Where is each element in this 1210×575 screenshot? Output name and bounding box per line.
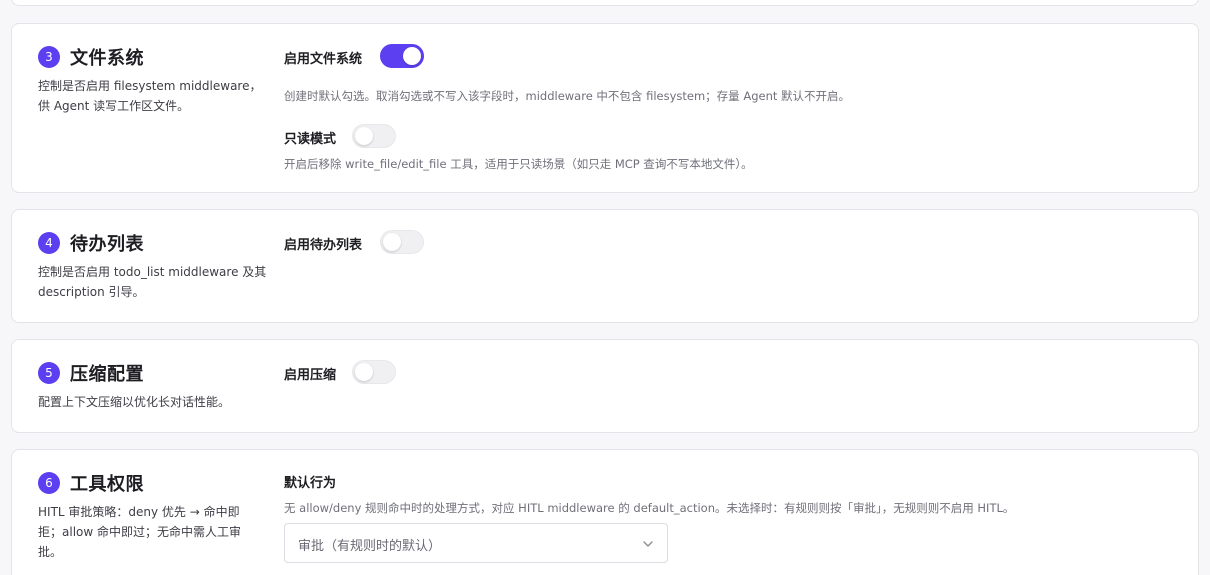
- enable-todo-list-toggle[interactable]: [380, 230, 424, 254]
- select-value: 审批（有规则时的默认）: [298, 539, 442, 554]
- section-compression: 5 压缩配置 配置上下文压缩以优化长对话性能。 启用压缩: [11, 339, 1199, 433]
- default-behavior-help: 无 allow/deny 规则命中时的处理方式，对应 HITL middlewa…: [284, 501, 1015, 515]
- section-description: 配置上下文压缩以优化长对话性能。: [38, 395, 231, 409]
- section-title: 工具权限: [70, 474, 144, 495]
- section-title: 文件系统: [70, 48, 144, 69]
- default-behavior-label: 默认行为: [284, 476, 337, 491]
- section-number-badge: 5: [38, 362, 60, 384]
- section-title: 待办列表: [70, 234, 144, 255]
- section-description: 控制是否启用 todo_list middleware 及其 descripti…: [38, 265, 267, 299]
- readonly-mode-toggle[interactable]: [352, 124, 396, 148]
- default-behavior-select[interactable]: 审批（有规则时的默认）: [284, 523, 668, 563]
- enable-compression-label: 启用压缩: [284, 368, 337, 383]
- settings-page: 3 文件系统 控制是否启用 filesystem middleware，供 Ag…: [0, 0, 1210, 575]
- readonly-mode-help: 开启后移除 write_file/edit_file 工具，适用于只读场景（如只…: [284, 157, 753, 171]
- section-number-badge: 4: [38, 232, 60, 254]
- enable-todo-list-label: 启用待办列表: [284, 238, 363, 253]
- section-header: 6 工具权限: [38, 470, 144, 496]
- enable-compression-toggle[interactable]: [352, 360, 396, 384]
- toggle-knob: [383, 233, 401, 251]
- enable-filesystem-toggle[interactable]: [380, 44, 424, 68]
- enable-filesystem-help: 创建时默认勾选。取消勾选或不写入该字段时，middleware 中不包含 fil…: [284, 89, 851, 103]
- section-number-badge: 6: [38, 472, 60, 494]
- chevron-down-icon: [643, 541, 653, 547]
- section-filesystem: 3 文件系统 控制是否启用 filesystem middleware，供 Ag…: [11, 23, 1199, 193]
- toggle-knob: [355, 127, 373, 145]
- section-description: 控制是否启用 filesystem middleware，供 Agent 读写工…: [38, 79, 262, 113]
- previous-section-card: [11, 0, 1199, 6]
- toggle-knob: [355, 363, 373, 381]
- section-header: 3 文件系统: [38, 44, 144, 70]
- section-tool-permissions: 6 工具权限 HITL 审批策略：deny 优先 → 命中即拒；allow 命中…: [11, 449, 1199, 575]
- section-title: 压缩配置: [70, 364, 144, 385]
- toggle-knob: [403, 47, 421, 65]
- readonly-mode-label: 只读模式: [284, 132, 337, 147]
- section-number-badge: 3: [38, 46, 60, 68]
- section-todo-list: 4 待办列表 控制是否启用 todo_list middleware 及其 de…: [11, 209, 1199, 323]
- enable-filesystem-label: 启用文件系统: [284, 52, 363, 67]
- section-description: HITL 审批策略：deny 优先 → 命中即拒；allow 命中即过；无命中需…: [38, 505, 241, 559]
- section-header: 5 压缩配置: [38, 360, 144, 386]
- section-header: 4 待办列表: [38, 230, 144, 256]
